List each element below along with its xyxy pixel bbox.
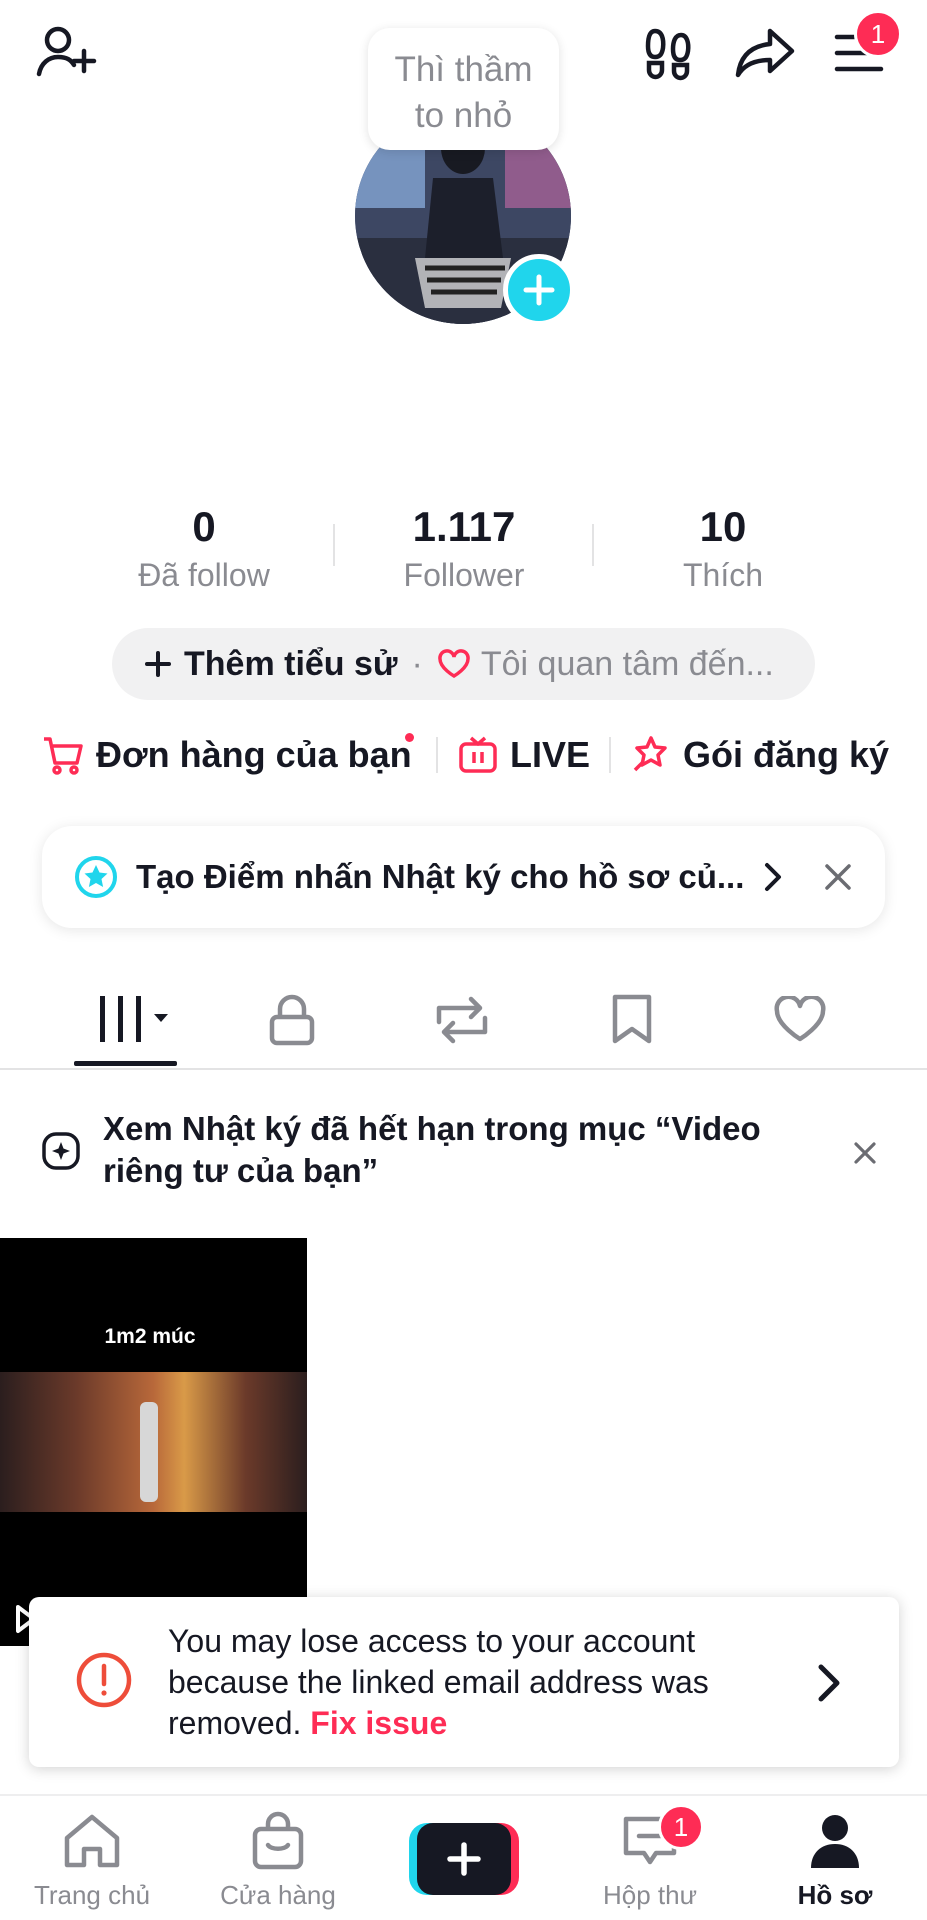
- shopping-bag-icon: [252, 1811, 304, 1870]
- sparkle-icon: [41, 1131, 81, 1171]
- orders-link[interactable]: Đơn hàng của bạn: [42, 730, 412, 780]
- stat-divider: [333, 524, 335, 566]
- tab-reposts[interactable]: [402, 980, 522, 1060]
- highlight-text: Tạo Điểm nhấn Nhật ký cho hồ sơ củ...: [136, 858, 745, 895]
- home-icon: [64, 1814, 120, 1868]
- subscription-star-icon: [633, 736, 667, 772]
- profile-icon: [811, 1815, 859, 1868]
- share-icon: [735, 28, 795, 78]
- lock-icon: [269, 994, 315, 1046]
- add-friend-button[interactable]: [31, 18, 101, 88]
- live-label: LIVE: [510, 734, 591, 775]
- followers-stat[interactable]: 1.117 Follower: [344, 502, 584, 596]
- notice-close-icon[interactable]: [852, 1140, 878, 1166]
- likes-label: Thích: [682, 557, 764, 593]
- inbox-notification-badge: 1: [658, 1804, 704, 1850]
- active-tab-indicator: [74, 1061, 177, 1066]
- expired-stories-notice[interactable]: Xem Nhật ký đã hết hạn trong mục “Video …: [0, 1100, 927, 1210]
- create-plus-icon: [409, 1823, 519, 1895]
- warning-message: You may lose access to your account beca…: [168, 1621, 808, 1744]
- share-profile-button[interactable]: [730, 18, 800, 88]
- add-bio-label: Thêm tiểu sử: [184, 644, 398, 683]
- tab-videos[interactable]: [74, 980, 194, 1060]
- video-thumbnail[interactable]: 1m2 múc: [0, 1238, 307, 1646]
- menu-notification-badge: 1: [854, 10, 902, 58]
- notice-text: Xem Nhật ký đã hết hạn trong mục “Video …: [103, 1110, 761, 1189]
- create-video-button[interactable]: [409, 1823, 519, 1895]
- warning-icon: [75, 1651, 133, 1709]
- following-label: Đã follow: [138, 557, 270, 593]
- tab-liked[interactable]: [740, 980, 860, 1060]
- plus-icon: [145, 651, 171, 677]
- live-tv-icon: [459, 736, 497, 773]
- tooltip-line-2: to nhỏ: [414, 96, 513, 135]
- likes-count: 10: [699, 503, 747, 550]
- footprints-icon: [645, 28, 691, 81]
- nav-home[interactable]: Trang chủ: [2, 1806, 182, 1911]
- stat-divider: [592, 524, 594, 566]
- repost-icon: [436, 996, 488, 1044]
- create-highlight-card[interactable]: Tạo Điểm nhấn Nhật ký cho hồ sơ củ...: [42, 826, 885, 928]
- interests-placeholder: Tôi quan tâm đến...: [480, 644, 774, 683]
- status-tooltip[interactable]: Thì thầm to nhỏ: [368, 28, 559, 150]
- nav-shop[interactable]: Cửa hàng: [188, 1806, 368, 1911]
- warning-chevron-icon[interactable]: [814, 1661, 844, 1705]
- video-title: 1m2 múc: [104, 1325, 196, 1348]
- heart-icon: [438, 649, 470, 679]
- followers-label: Follower: [403, 557, 525, 593]
- menu-button[interactable]: 1: [826, 10, 902, 88]
- nav-home-label: Trang chủ: [33, 1880, 151, 1910]
- tab-private[interactable]: [232, 980, 352, 1060]
- add-user-icon: [36, 26, 97, 77]
- orders-label: Đơn hàng của bạn: [96, 734, 412, 775]
- tabs-divider: [0, 1068, 927, 1070]
- add-avatar-button[interactable]: [503, 254, 575, 326]
- nav-profile[interactable]: Hồ sơ: [745, 1806, 925, 1911]
- following-count: 0: [192, 503, 216, 550]
- nav-profile-label: Hồ sơ: [797, 1880, 873, 1910]
- highlight-close-icon[interactable]: [822, 861, 854, 893]
- videos-grid-icon: [100, 996, 168, 1042]
- quick-divider: [436, 737, 438, 773]
- following-stat[interactable]: 0 Đã follow: [84, 502, 324, 596]
- nav-inbox[interactable]: 1 Hộp thư: [560, 1804, 740, 1911]
- subscription-label: Gói đăng ký: [683, 734, 890, 775]
- followers-count: 1.117: [412, 503, 516, 550]
- bio-separator: ·: [411, 644, 423, 683]
- fix-issue-link[interactable]: Fix issue: [310, 1705, 447, 1741]
- tab-saved[interactable]: [572, 980, 692, 1060]
- bottom-nav-divider: [0, 1794, 927, 1796]
- footprints-button[interactable]: [634, 18, 704, 88]
- subscription-link[interactable]: Gói đăng ký: [629, 730, 889, 780]
- bookmark-icon: [612, 994, 652, 1044]
- highlight-star-icon: [75, 856, 117, 898]
- heart-icon: [774, 996, 826, 1042]
- highlight-chevron-icon[interactable]: [762, 860, 784, 894]
- nav-shop-label: Cửa hàng: [220, 1880, 336, 1910]
- video-preview-image: [0, 1372, 307, 1512]
- add-bio-button[interactable]: Thêm tiểu sử · Tôi quan tâm đến...: [112, 628, 815, 700]
- likes-stat[interactable]: 10 Thích: [603, 502, 843, 596]
- cart-icon: [44, 737, 83, 775]
- nav-inbox-label: Hộp thư: [602, 1880, 697, 1910]
- quick-divider: [609, 737, 611, 773]
- orders-notification-dot: [405, 733, 414, 742]
- account-warning-banner[interactable]: You may lose access to your account beca…: [29, 1597, 899, 1767]
- tooltip-line-1: Thì thầm: [394, 50, 533, 89]
- plus-icon: [523, 274, 555, 306]
- live-link[interactable]: LIVE: [458, 730, 590, 780]
